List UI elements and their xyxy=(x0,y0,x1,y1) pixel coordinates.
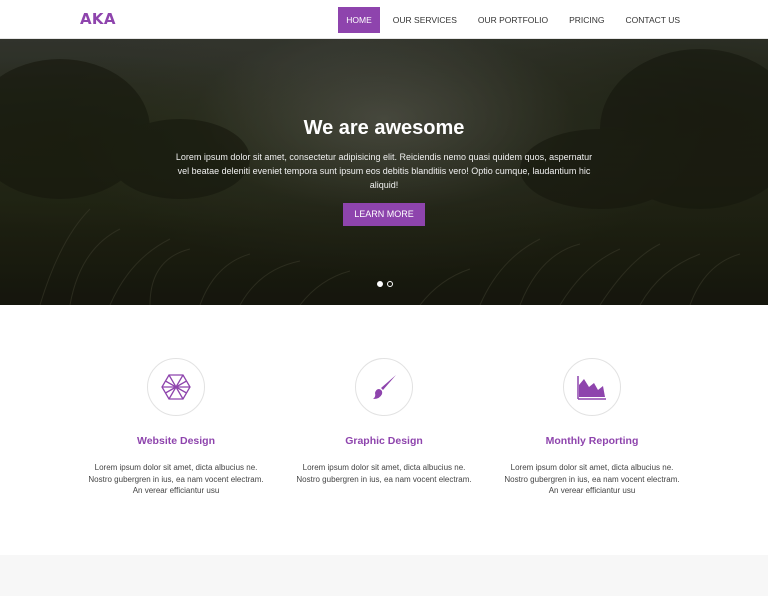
service-monthly-reporting: Monthly Reporting Lorem ipsum dolor sit … xyxy=(497,358,687,497)
service-description: Lorem ipsum dolor sit amet, dicta albuci… xyxy=(296,463,472,484)
service-title: Website Design xyxy=(137,435,215,447)
nav-item-contact-us[interactable]: CONTACT US xyxy=(618,7,688,33)
service-icon-circle xyxy=(355,358,413,416)
main-nav: HOME OUR SERVICES OUR PORTFOLIO PRICING … xyxy=(333,7,688,33)
service-icon-circle xyxy=(147,358,205,416)
carousel-dot-1[interactable] xyxy=(377,281,383,287)
next-section-band xyxy=(0,555,768,596)
hero-carousel: We are awesome Lorem ipsum dolor sit ame… xyxy=(0,39,768,305)
logo[interactable]: AKA xyxy=(80,10,116,28)
service-title: Monthly Reporting xyxy=(545,435,639,447)
nav-item-our-services[interactable]: OUR SERVICES xyxy=(385,7,465,33)
carousel-dot-2[interactable] xyxy=(387,281,393,287)
carousel-indicators xyxy=(375,281,395,287)
hexagon-icon xyxy=(161,374,191,400)
service-description: Lorem ipsum dolor sit amet, dicta albuci… xyxy=(88,463,264,495)
service-graphic-design: Graphic Design Lorem ipsum dolor sit ame… xyxy=(289,358,479,485)
paintbrush-icon xyxy=(373,375,396,399)
nav-item-home[interactable]: HOME xyxy=(338,7,380,33)
nav-item-our-portfolio[interactable]: OUR PORTFOLIO xyxy=(470,7,556,33)
service-icon-circle xyxy=(563,358,621,416)
nav-item-pricing[interactable]: PRICING xyxy=(561,7,612,33)
service-description: Lorem ipsum dolor sit amet, dicta albuci… xyxy=(504,463,680,495)
area-chart-icon xyxy=(577,376,606,400)
hero-title: We are awesome xyxy=(303,117,465,139)
learn-more-button[interactable]: LEARN MORE xyxy=(343,203,425,226)
service-title: Graphic Design xyxy=(345,435,423,447)
navbar: AKA HOME OUR SERVICES OUR PORTFOLIO PRIC… xyxy=(0,0,768,39)
service-website-design: Website Design Lorem ipsum dolor sit ame… xyxy=(81,358,271,497)
hero-text: Lorem ipsum dolor sit amet, consectetur … xyxy=(175,152,593,190)
